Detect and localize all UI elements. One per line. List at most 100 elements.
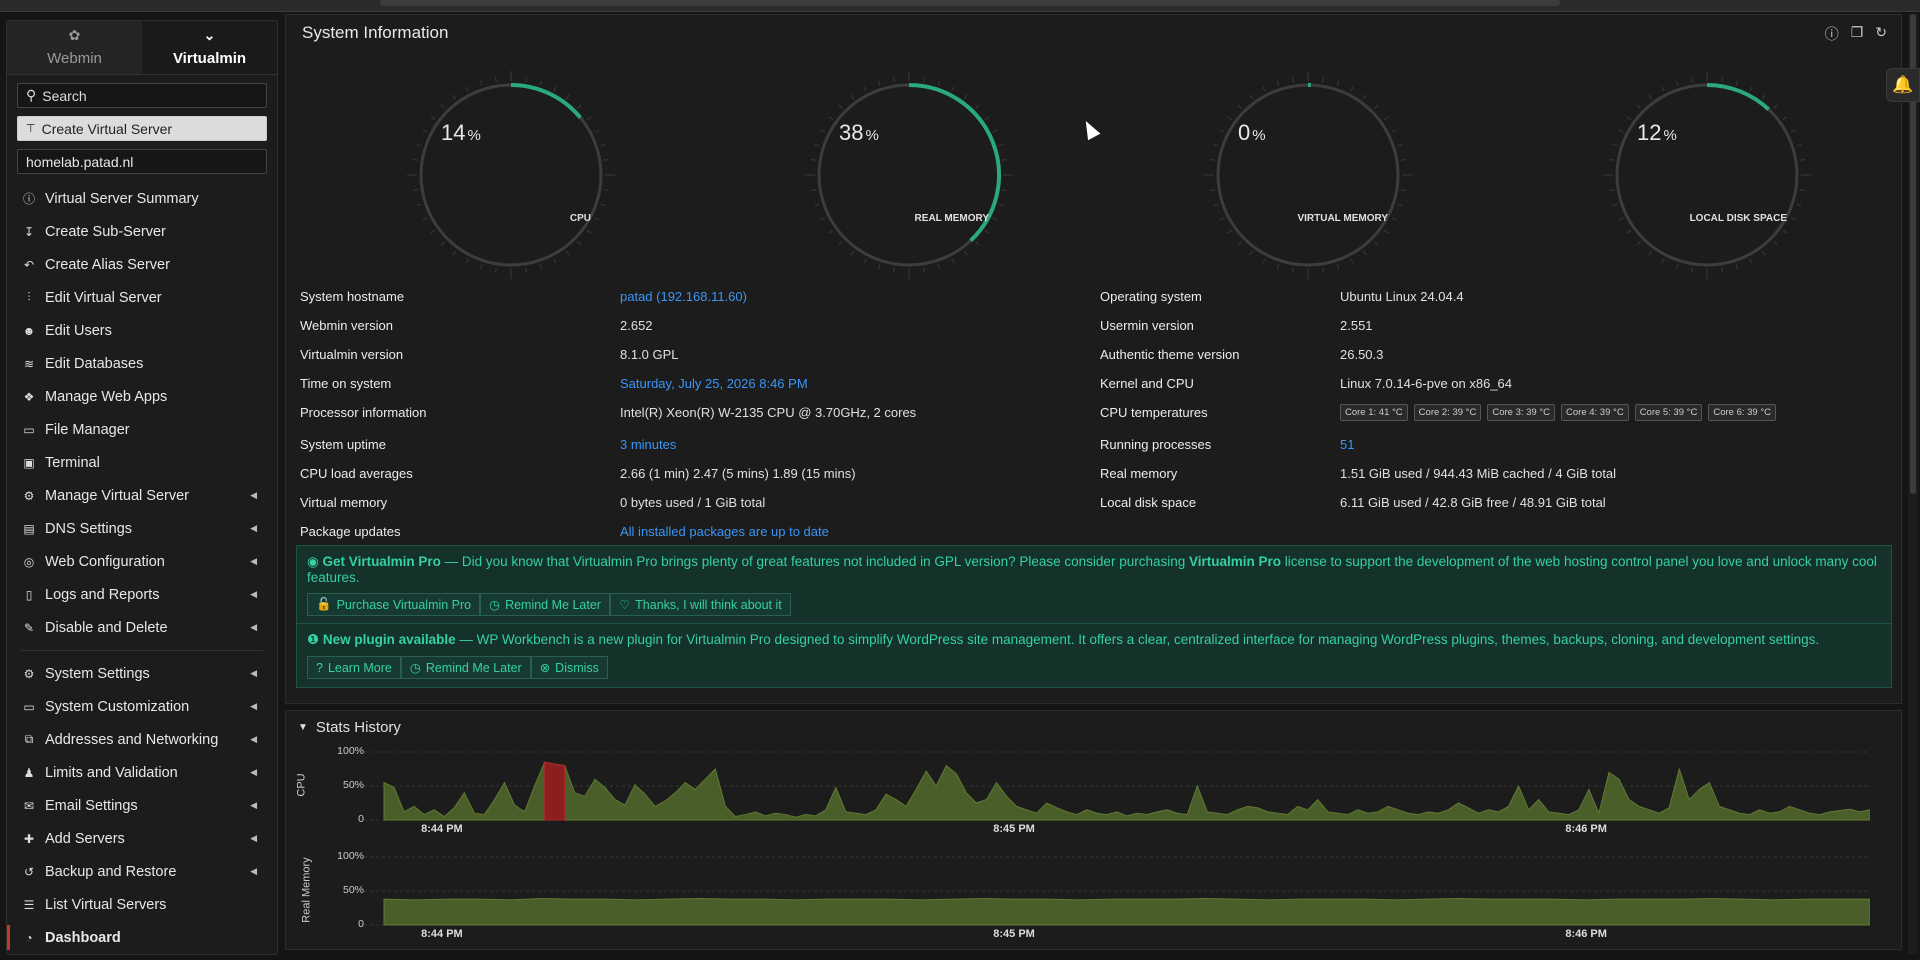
gauge-label: LOCAL DISK SPACE	[1689, 213, 1787, 224]
unlock-icon: 🔓	[316, 597, 332, 611]
core-temp-badge: Core 4: 39 °C	[1561, 403, 1629, 421]
sidebar-item-terminal[interactable]: ▣ Terminal	[7, 446, 277, 479]
info-value: 2.551	[1340, 317, 1373, 333]
sidebar-item-edit-databases[interactable]: ≋ Edit Databases	[7, 347, 277, 380]
tab-virtualmin[interactable]: ⌄ Virtualmin	[142, 21, 277, 74]
think-about-it-label: Thanks, I will think about it	[635, 597, 782, 612]
info-value: 2.652	[620, 317, 653, 333]
sidebar-item-label: Create Alias Server	[45, 256, 170, 273]
notifications-bell-icon[interactable]: 🔔	[1886, 68, 1920, 102]
sidebar-item-label: Logs and Reports	[45, 586, 160, 603]
search-input[interactable]: ⚲ Search	[17, 83, 267, 108]
terminal-icon: ▣	[23, 455, 35, 470]
sidebar-item-label: Terminal	[45, 454, 100, 471]
gauge-dial	[805, 71, 1013, 279]
info-row: Time on system Saturday, July 25, 2026 8:…	[300, 372, 1900, 394]
stats-history-toggle[interactable]: ▼ Stats History	[298, 719, 401, 736]
sidebar-item-logs-and-reports[interactable]: ▯ Logs and Reports ◀	[7, 578, 277, 611]
tab-webmin[interactable]: ✿ Webmin	[7, 21, 142, 74]
info-row: Virtualmin version 8.1.0 GPL Authentic the…	[300, 343, 1900, 365]
think-about-it-button[interactable]: ♡ Thanks, I will think about it	[609, 593, 791, 616]
info-row: Webmin version 2.652 Usermin version 2.551	[300, 314, 1900, 336]
info-value[interactable]: All installed packages are up to date	[620, 524, 1100, 539]
info-label: Authentic theme version	[1100, 346, 1240, 362]
sidebar-item-label: Limits and Validation	[45, 764, 178, 781]
sidebar-item-label: DNS Settings	[45, 520, 133, 537]
gauge-cpu: 14% CPU	[401, 65, 621, 285]
sidebar-item-dashboard[interactable]: ◔ Dashboard	[7, 921, 277, 954]
caret-left-icon: ◀	[250, 734, 257, 744]
info-value: Ubuntu Linux 24.04.4	[1340, 288, 1464, 304]
horizontal-scrollbar[interactable]	[380, 0, 1560, 6]
sidebar-item-manage-virtual-server[interactable]: ⚙ Manage Virtual Server ◀	[7, 479, 277, 512]
sidebar-item-web-configuration[interactable]: ◎ Web Configuration ◀	[7, 545, 277, 578]
clipboard-icon[interactable]: ❐	[1851, 24, 1864, 44]
dismiss-button[interactable]: ⊗ Dismiss	[530, 656, 608, 679]
info-value[interactable]: 3 minutes	[620, 437, 1100, 452]
close-icon: ⊗	[539, 661, 551, 675]
gauge-number: 38	[839, 120, 864, 145]
sidebar-item-edit-users[interactable]: ☻ Edit Users	[7, 314, 277, 347]
caret-left-icon: ◀	[250, 833, 257, 843]
vertical-scrollbar[interactable]	[1908, 14, 1918, 954]
learn-more-button[interactable]: ? Learn More	[307, 656, 401, 679]
sidebar-item-label: Manage Web Apps	[45, 388, 168, 405]
caret-left-icon: ◀	[250, 556, 257, 566]
info-value: 6.11 GiB used / 42.8 GiB free / 48.91 Gi…	[1340, 494, 1606, 510]
sidebar-item-file-manager[interactable]: ▭ File Manager	[7, 413, 277, 446]
sidebar-item-create-alias-server[interactable]: ↶ Create Alias Server	[7, 248, 277, 281]
info-value: Intel(R) Xeon(R) W-2135 CPU @ 3.70GHz, 2…	[620, 404, 917, 420]
info-value[interactable]: patad (192.168.11.60)	[620, 289, 1100, 304]
info-label: Package updates	[300, 523, 401, 539]
create-virtual-server-button[interactable]: ⊤ Create Virtual Server	[17, 116, 267, 141]
clock-icon: ◷	[489, 598, 501, 612]
sidebar-item-add-servers[interactable]: ✚ Add Servers ◀	[7, 822, 277, 855]
info-row: Processor information Intel(R) Xeon(R) W-…	[300, 401, 1900, 423]
sidebar-item-virtual-server-summary[interactable]: ⓘ Virtual Server Summary	[7, 182, 277, 215]
sidebar-item-manage-web-apps[interactable]: ❖ Manage Web Apps	[7, 380, 277, 413]
sidebar-item-label: System Customization	[45, 698, 190, 715]
info-value: 0 bytes used / 1 GiB total	[620, 494, 766, 510]
core-temp-badge: Core 1: 41 °C	[1340, 403, 1408, 421]
info-label: Running processes	[1100, 436, 1212, 452]
sidebar-item-edit-virtual-server[interactable]: ⫶ Edit Virtual Server	[7, 281, 277, 314]
tab-virtualmin-label: Virtualmin	[172, 50, 247, 67]
info-value[interactable]: 51	[1340, 437, 1900, 452]
purchase-pro-button[interactable]: 🔓 Purchase Virtualmin Pro	[307, 593, 481, 616]
sidebar-item-disable-and-delete[interactable]: ✎ Disable and Delete ◀	[7, 611, 277, 644]
core-temp-badge: Core 5: 39 °C	[1634, 403, 1703, 421]
info-value[interactable]: Saturday, July 25, 2026 8:46 PM	[620, 376, 1100, 391]
domain-select[interactable]: homelab.patad.nl	[17, 149, 267, 174]
sidebar-item-limits-and-validation[interactable]: ♟ Limits and Validation ◀	[7, 756, 277, 789]
sidebar-item-backup-and-restore[interactable]: ↺ Backup and Restore ◀	[7, 855, 277, 888]
caret-left-icon: ◀	[250, 767, 257, 777]
sidebar-item-list-virtual-servers[interactable]: ☰ List Virtual Servers	[7, 888, 277, 921]
plugin-remind-later-button[interactable]: ◷ Remind Me Later	[400, 656, 531, 679]
sidebar-item-label: Manage Virtual Server	[45, 487, 190, 504]
sidebar-item-label: System Settings	[45, 665, 150, 682]
pro-alert-text-a: — Did you know that Virtualmin Pro bring…	[440, 554, 1189, 569]
reply-icon: ↶	[23, 257, 35, 272]
sidebar-item-dns-settings[interactable]: ▤ DNS Settings ◀	[7, 512, 277, 545]
history-icon: ↺	[23, 864, 35, 879]
help-icon[interactable]: ⓘ	[1825, 24, 1839, 44]
y-tick-label: 50%	[342, 779, 364, 791]
stats-area-chart	[364, 751, 1870, 821]
info-label: CPU temperatures	[1100, 404, 1208, 420]
info-value: 26.50.3	[1340, 346, 1384, 362]
info-label: Virtualmin version	[300, 346, 404, 362]
tab-webmin-label: Webmin	[47, 50, 102, 67]
sidebar-divider	[21, 650, 263, 651]
sidebar-item-system-customization[interactable]: ▭ System Customization ◀	[7, 690, 277, 723]
info-row: Virtual memory 0 bytes used / 1 GiB total…	[300, 491, 1900, 513]
remind-later-button[interactable]: ◷ Remind Me Later	[480, 593, 610, 616]
caret-left-icon: ◀	[250, 866, 257, 876]
search-placeholder: Search	[42, 87, 87, 104]
sidebar-item-email-settings[interactable]: ✉ Email Settings ◀	[7, 789, 277, 822]
refresh-icon[interactable]: ↻	[1875, 24, 1887, 44]
sidebar-item-system-settings[interactable]: ⚙ System Settings ◀	[7, 657, 277, 690]
sidebar-item-create-sub-server[interactable]: ↧ Create Sub-Server	[7, 215, 277, 248]
pro-alert-title: Get Virtualmin Pro	[322, 554, 441, 569]
sidebar-item-label: Web Configuration	[45, 553, 165, 570]
sidebar-item-addresses-and-networking[interactable]: ⧉ Addresses and Networking ◀	[7, 723, 277, 756]
